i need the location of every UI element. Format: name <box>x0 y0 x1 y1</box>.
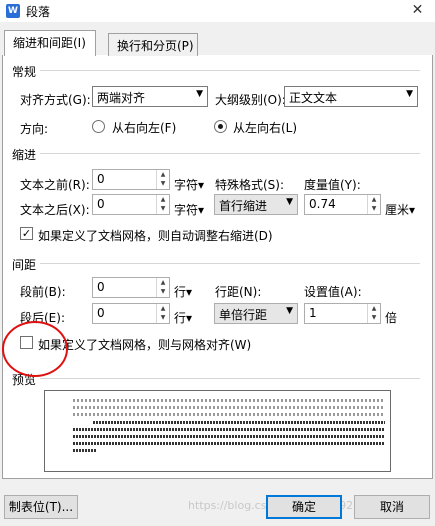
indent-before-label: 文本之前(R): <box>20 178 90 192</box>
divider <box>40 378 420 379</box>
special-format-label: 特殊格式(S): <box>215 178 285 192</box>
stepper-buttons[interactable]: ▲ ▼ <box>367 304 380 323</box>
preview-current-line <box>73 428 385 431</box>
tab-label: 换行和分页(P) <box>117 39 194 53</box>
preview-current-line <box>73 442 385 445</box>
preview-prev-line <box>73 399 385 402</box>
chevron-down-icon[interactable]: ▼ <box>157 179 169 188</box>
close-icon[interactable]: ✕ <box>400 0 435 22</box>
stepper-buttons[interactable]: ▲ ▼ <box>156 304 169 323</box>
section-indent: 缩进 <box>12 146 37 163</box>
indent-after-stepper[interactable]: 0 ▲ ▼ <box>92 194 170 215</box>
chevron-up-icon[interactable]: ▲ <box>157 304 169 313</box>
direction-label: 方向: <box>20 122 49 136</box>
auto-right-indent-label[interactable]: 如果定义了文档网格，则自动调整右缩进(D) <box>38 227 273 244</box>
divider <box>40 153 420 154</box>
outline-value: 正文文本 <box>289 91 338 105</box>
chevron-down-icon[interactable]: ▼ <box>368 204 380 213</box>
window-title: 段落 <box>26 5 51 19</box>
cancel-button[interactable]: 取消 <box>354 495 430 519</box>
indent-before-stepper[interactable]: 0 ▲ ▼ <box>92 169 170 190</box>
line-spacing-select[interactable]: 单倍行距 ▼ <box>214 303 298 324</box>
tab-label: 缩进和间距(I) <box>13 36 86 50</box>
align-label: 对齐方式(G): <box>20 93 91 107</box>
section-general: 常规 <box>12 63 37 80</box>
indent-after-unit[interactable]: 字符▾ <box>174 201 204 218</box>
outline-select[interactable]: 正文文本 ▼ <box>284 86 418 107</box>
space-before-unit[interactable]: 行▾ <box>174 283 192 300</box>
tabs-button[interactable]: 制表位(T)... <box>4 495 78 519</box>
special-format-select[interactable]: 首行缩进 ▼ <box>214 194 298 215</box>
divider <box>40 263 420 264</box>
divider <box>40 70 420 71</box>
indent-before-unit[interactable]: 字符▾ <box>174 176 204 193</box>
app-icon: W <box>6 4 20 18</box>
chevron-up-icon[interactable]: ▲ <box>157 278 169 287</box>
measure-unit[interactable]: 厘米▾ <box>385 201 415 218</box>
preview-prev-line <box>73 413 385 416</box>
set-value-value: 1 <box>309 306 317 320</box>
align-select[interactable]: 两端对齐 ▼ <box>92 86 208 107</box>
measure-label: 度量值(Y): <box>304 178 361 192</box>
align-value: 两端对齐 <box>97 91 146 105</box>
stepper-buttons[interactable]: ▲ ▼ <box>367 195 380 214</box>
chevron-down-icon[interactable]: ▼ <box>368 313 380 322</box>
stepper-buttons[interactable]: ▲ ▼ <box>156 195 169 214</box>
space-after-value: 0 <box>97 306 105 320</box>
snap-to-grid-label[interactable]: 如果定义了文档网格，则与网格对齐(W) <box>38 336 251 353</box>
line-spacing-value: 单倍行距 <box>219 308 268 322</box>
chevron-down-icon: ▼ <box>406 89 413 99</box>
section-spacing: 间距 <box>12 256 37 273</box>
preview-current-line <box>73 449 97 452</box>
measure-stepper[interactable]: 0.74 ▲ ▼ <box>304 194 381 215</box>
indent-after-label: 文本之后(X): <box>20 203 90 217</box>
chevron-down-icon[interactable]: ▼ <box>157 313 169 322</box>
set-value-unit: 倍 <box>385 311 398 325</box>
space-after-unit[interactable]: 行▾ <box>174 309 192 326</box>
stepper-buttons[interactable]: ▲ ▼ <box>156 170 169 189</box>
space-before-stepper[interactable]: 0 ▲ ▼ <box>92 277 170 298</box>
preview-prev-line <box>73 406 385 409</box>
chevron-down-icon: ▼ <box>286 306 293 316</box>
preview-current-line <box>93 421 385 424</box>
space-after-stepper[interactable]: 0 ▲ ▼ <box>92 303 170 324</box>
indent-after-value: 0 <box>97 197 105 211</box>
chevron-down-icon[interactable]: ▼ <box>157 287 169 296</box>
special-format-value: 首行缩进 <box>219 199 268 213</box>
ltr-radio[interactable] <box>214 120 227 133</box>
ltr-label[interactable]: 从左向右(L) <box>233 119 297 136</box>
check-icon: ✓ <box>21 227 32 240</box>
auto-right-indent-checkbox[interactable]: ✓ <box>20 227 33 240</box>
stepper-buttons[interactable]: ▲ ▼ <box>156 278 169 297</box>
chevron-up-icon[interactable]: ▲ <box>368 195 380 204</box>
tab-indent-spacing[interactable]: 缩进和间距(I) <box>4 30 96 56</box>
rtl-radio[interactable] <box>92 120 105 133</box>
measure-value: 0.74 <box>309 197 336 211</box>
chevron-up-icon[interactable]: ▲ <box>157 195 169 204</box>
rtl-label[interactable]: 从右向左(F) <box>112 119 176 136</box>
chevron-down-icon: ▼ <box>286 197 293 207</box>
annotation-circle <box>2 321 68 377</box>
line-spacing-label-2: 行距(N): <box>215 285 262 299</box>
chevron-up-icon[interactable]: ▲ <box>157 170 169 179</box>
paragraph-preview <box>44 390 391 472</box>
chevron-up-icon[interactable]: ▲ <box>368 304 380 313</box>
title-bar: W 段落 ✕ <box>0 0 435 22</box>
chevron-down-icon[interactable]: ▼ <box>157 204 169 213</box>
tab-line-page-breaks[interactable]: 换行和分页(P) <box>108 33 198 56</box>
chevron-down-icon: ▼ <box>196 89 203 99</box>
space-before-label: 段前(B): <box>20 285 66 299</box>
set-value-label: 设置值(A): <box>304 285 362 299</box>
space-before-value: 0 <box>97 280 105 294</box>
preview-current-line <box>73 435 385 438</box>
indent-before-value: 0 <box>97 172 105 186</box>
set-value-stepper[interactable]: 1 ▲ ▼ <box>304 303 381 324</box>
ok-button[interactable]: 确定 <box>266 495 342 519</box>
outline-label: 大纲级别(O): <box>215 93 286 107</box>
